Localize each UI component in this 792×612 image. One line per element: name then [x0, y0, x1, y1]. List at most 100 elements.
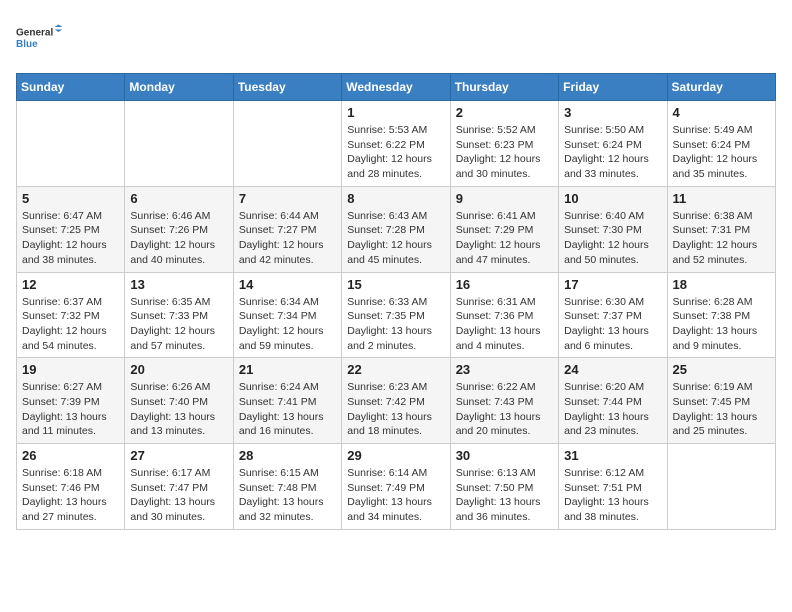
- day-info: Sunrise: 6:23 AM Sunset: 7:42 PM Dayligh…: [347, 380, 444, 439]
- day-info: Sunrise: 6:17 AM Sunset: 7:47 PM Dayligh…: [130, 466, 227, 525]
- weekday-header-monday: Monday: [125, 74, 233, 101]
- day-info: Sunrise: 6:38 AM Sunset: 7:31 PM Dayligh…: [673, 209, 770, 268]
- svg-text:Blue: Blue: [16, 39, 38, 50]
- day-number: 14: [239, 277, 336, 292]
- day-info: Sunrise: 6:28 AM Sunset: 7:38 PM Dayligh…: [673, 295, 770, 354]
- calendar-cell: 19 Sunrise: 6:27 AM Sunset: 7:39 PM Dayli…: [17, 358, 125, 444]
- day-info: Sunrise: 6:33 AM Sunset: 7:35 PM Dayligh…: [347, 295, 444, 354]
- day-number: 25: [673, 362, 770, 377]
- day-number: 23: [456, 362, 553, 377]
- day-info: Sunrise: 6:12 AM Sunset: 7:51 PM Dayligh…: [564, 466, 661, 525]
- day-info: Sunrise: 6:43 AM Sunset: 7:28 PM Dayligh…: [347, 209, 444, 268]
- calendar-cell: 23 Sunrise: 6:22 AM Sunset: 7:43 PM Dayli…: [450, 358, 558, 444]
- calendar-cell: 21 Sunrise: 6:24 AM Sunset: 7:41 PM Dayli…: [233, 358, 341, 444]
- weekday-header-sunday: Sunday: [17, 74, 125, 101]
- calendar-cell: 9Sunrise: 6:41 AM Sunset: 7:29 PM Daylig…: [450, 186, 558, 272]
- calendar-cell: [233, 101, 341, 187]
- calendar-table: SundayMondayTuesdayWednesdayThursdayFrid…: [16, 73, 776, 530]
- calendar-cell: 3Sunrise: 5:50 AM Sunset: 6:24 PM Daylig…: [559, 101, 667, 187]
- calendar-cell: 18 Sunrise: 6:28 AM Sunset: 7:38 PM Dayli…: [667, 272, 775, 358]
- calendar-cell: 17 Sunrise: 6:30 AM Sunset: 7:37 PM Dayli…: [559, 272, 667, 358]
- day-info: Sunrise: 6:40 AM Sunset: 7:30 PM Dayligh…: [564, 209, 661, 268]
- day-number: 1: [347, 105, 444, 120]
- calendar-cell: 25 Sunrise: 6:19 AM Sunset: 7:45 PM Dayli…: [667, 358, 775, 444]
- day-number: 16: [456, 277, 553, 292]
- calendar-cell: 22 Sunrise: 6:23 AM Sunset: 7:42 PM Dayli…: [342, 358, 450, 444]
- day-number: 7: [239, 191, 336, 206]
- day-number: 15: [347, 277, 444, 292]
- calendar-cell: [17, 101, 125, 187]
- calendar-cell: 13 Sunrise: 6:35 AM Sunset: 7:33 PM Dayli…: [125, 272, 233, 358]
- day-number: 2: [456, 105, 553, 120]
- day-number: 4: [673, 105, 770, 120]
- calendar-cell: 28 Sunrise: 6:15 AM Sunset: 7:48 PM Dayli…: [233, 444, 341, 530]
- day-info: Sunrise: 6:27 AM Sunset: 7:39 PM Dayligh…: [22, 380, 119, 439]
- day-number: 11: [673, 191, 770, 206]
- day-number: 22: [347, 362, 444, 377]
- day-info: Sunrise: 6:30 AM Sunset: 7:37 PM Dayligh…: [564, 295, 661, 354]
- day-number: 31: [564, 448, 661, 463]
- calendar-cell: 15 Sunrise: 6:33 AM Sunset: 7:35 PM Dayli…: [342, 272, 450, 358]
- day-info: Sunrise: 6:35 AM Sunset: 7:33 PM Dayligh…: [130, 295, 227, 354]
- day-number: 26: [22, 448, 119, 463]
- calendar-cell: 26 Sunrise: 6:18 AM Sunset: 7:46 PM Dayli…: [17, 444, 125, 530]
- day-info: Sunrise: 6:14 AM Sunset: 7:49 PM Dayligh…: [347, 466, 444, 525]
- calendar-cell: 24 Sunrise: 6:20 AM Sunset: 7:44 PM Dayli…: [559, 358, 667, 444]
- weekday-header-wednesday: Wednesday: [342, 74, 450, 101]
- calendar-cell: 14Sunrise: 6:34 AM Sunset: 7:34 PM Dayli…: [233, 272, 341, 358]
- logo: General Blue: [16, 16, 66, 61]
- calendar-cell: [667, 444, 775, 530]
- day-info: Sunrise: 5:52 AM Sunset: 6:23 PM Dayligh…: [456, 123, 553, 182]
- day-info: Sunrise: 6:44 AM Sunset: 7:27 PM Dayligh…: [239, 209, 336, 268]
- day-number: 10: [564, 191, 661, 206]
- day-number: 24: [564, 362, 661, 377]
- day-info: Sunrise: 6:41 AM Sunset: 7:29 PM Dayligh…: [456, 209, 553, 268]
- calendar-cell: 30 Sunrise: 6:13 AM Sunset: 7:50 PM Dayli…: [450, 444, 558, 530]
- day-info: Sunrise: 6:37 AM Sunset: 7:32 PM Dayligh…: [22, 295, 119, 354]
- calendar-cell: 29 Sunrise: 6:14 AM Sunset: 7:49 PM Dayli…: [342, 444, 450, 530]
- day-info: Sunrise: 6:47 AM Sunset: 7:25 PM Dayligh…: [22, 209, 119, 268]
- day-info: Sunrise: 6:15 AM Sunset: 7:48 PM Dayligh…: [239, 466, 336, 525]
- day-number: 18: [673, 277, 770, 292]
- day-number: 28: [239, 448, 336, 463]
- day-info: Sunrise: 5:50 AM Sunset: 6:24 PM Dayligh…: [564, 123, 661, 182]
- day-info: Sunrise: 6:31 AM Sunset: 7:36 PM Dayligh…: [456, 295, 553, 354]
- day-number: 17: [564, 277, 661, 292]
- day-info: Sunrise: 6:20 AM Sunset: 7:44 PM Dayligh…: [564, 380, 661, 439]
- day-number: 27: [130, 448, 227, 463]
- calendar-cell: 2 Sunrise: 5:52 AM Sunset: 6:23 PM Daylig…: [450, 101, 558, 187]
- day-number: 13: [130, 277, 227, 292]
- calendar-cell: 8Sunrise: 6:43 AM Sunset: 7:28 PM Daylig…: [342, 186, 450, 272]
- logo-svg: General Blue: [16, 16, 66, 61]
- calendar-cell: 11 Sunrise: 6:38 AM Sunset: 7:31 PM Dayli…: [667, 186, 775, 272]
- day-number: 19: [22, 362, 119, 377]
- day-number: 6: [130, 191, 227, 206]
- weekday-header-saturday: Saturday: [667, 74, 775, 101]
- calendar-cell: 20 Sunrise: 6:26 AM Sunset: 7:40 PM Dayli…: [125, 358, 233, 444]
- calendar-cell: 16 Sunrise: 6:31 AM Sunset: 7:36 PM Dayli…: [450, 272, 558, 358]
- calendar-cell: 12Sunrise: 6:37 AM Sunset: 7:32 PM Dayli…: [17, 272, 125, 358]
- day-number: 30: [456, 448, 553, 463]
- calendar-cell: 7 Sunrise: 6:44 AM Sunset: 7:27 PM Daylig…: [233, 186, 341, 272]
- svg-text:General: General: [16, 28, 53, 39]
- calendar-cell: [125, 101, 233, 187]
- day-number: 21: [239, 362, 336, 377]
- calendar-cell: 1Sunrise: 5:53 AM Sunset: 6:22 PM Daylig…: [342, 101, 450, 187]
- day-number: 5: [22, 191, 119, 206]
- page-header: General Blue: [16, 16, 776, 61]
- weekday-header-friday: Friday: [559, 74, 667, 101]
- day-info: Sunrise: 5:49 AM Sunset: 6:24 PM Dayligh…: [673, 123, 770, 182]
- weekday-header-thursday: Thursday: [450, 74, 558, 101]
- calendar-cell: 27 Sunrise: 6:17 AM Sunset: 7:47 PM Dayli…: [125, 444, 233, 530]
- calendar-cell: 4 Sunrise: 5:49 AM Sunset: 6:24 PM Daylig…: [667, 101, 775, 187]
- calendar-cell: 10 Sunrise: 6:40 AM Sunset: 7:30 PM Dayli…: [559, 186, 667, 272]
- day-info: Sunrise: 6:18 AM Sunset: 7:46 PM Dayligh…: [22, 466, 119, 525]
- day-info: Sunrise: 6:26 AM Sunset: 7:40 PM Dayligh…: [130, 380, 227, 439]
- day-info: Sunrise: 6:22 AM Sunset: 7:43 PM Dayligh…: [456, 380, 553, 439]
- day-info: Sunrise: 6:24 AM Sunset: 7:41 PM Dayligh…: [239, 380, 336, 439]
- calendar-cell: 5 Sunrise: 6:47 AM Sunset: 7:25 PM Daylig…: [17, 186, 125, 272]
- day-number: 20: [130, 362, 227, 377]
- day-info: Sunrise: 6:13 AM Sunset: 7:50 PM Dayligh…: [456, 466, 553, 525]
- day-info: Sunrise: 6:19 AM Sunset: 7:45 PM Dayligh…: [673, 380, 770, 439]
- day-number: 29: [347, 448, 444, 463]
